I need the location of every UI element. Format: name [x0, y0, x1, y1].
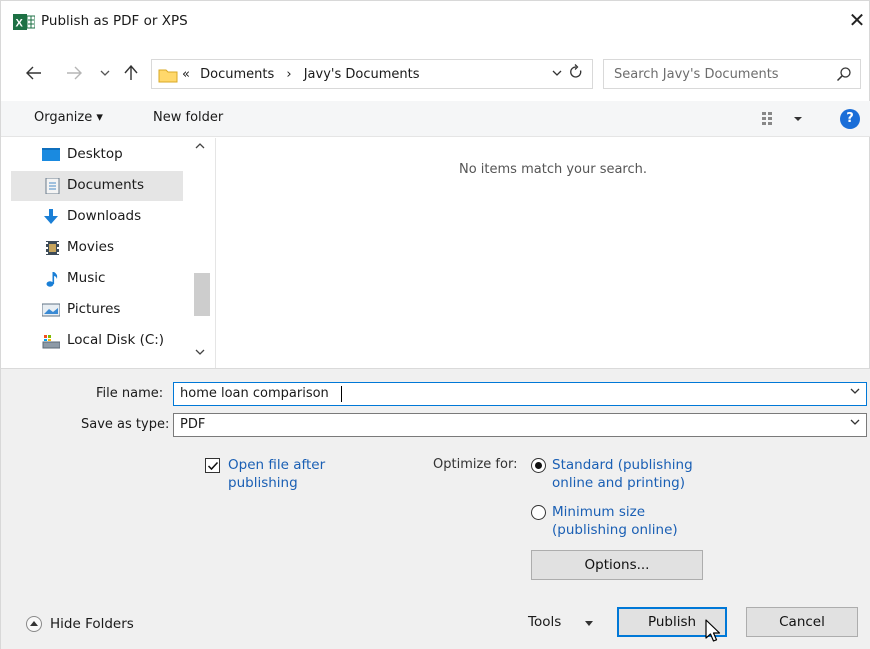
empty-list-message: No items match your search.	[459, 162, 648, 177]
text-caret	[341, 386, 342, 402]
local-disk-icon	[42, 335, 60, 349]
scroll-down-icon[interactable]	[195, 348, 205, 359]
nav-item-movies[interactable]: Movies	[11, 233, 201, 263]
navigation-pane: Desktop Documents Downloads Movies Music…	[1, 138, 216, 368]
tools-dropdown-icon[interactable]	[585, 621, 593, 626]
nav-item-local-disk[interactable]: Local Disk (C:)	[11, 326, 201, 356]
minimum-size-option-label[interactable]: Minimum size (publishing online)	[552, 503, 692, 539]
search-placeholder: Search Javy's Documents	[614, 67, 779, 82]
downloads-icon	[44, 209, 58, 224]
nav-item-documents[interactable]: Documents	[11, 171, 183, 201]
nav-scrollbar[interactable]	[193, 138, 211, 368]
nav-item-label: Music	[67, 270, 106, 286]
file-name-dropdown-icon[interactable]	[850, 387, 860, 398]
file-name-input[interactable]: home loan comparison	[173, 382, 867, 406]
search-icon	[836, 67, 851, 82]
nav-item-pictures[interactable]: Pictures	[11, 295, 201, 325]
nav-item-downloads[interactable]: Downloads	[11, 202, 201, 232]
title-bar: X Publish as PDF or XPS ✕	[1, 1, 870, 41]
movies-icon	[46, 241, 59, 255]
desktop-icon	[42, 148, 60, 161]
save-as-type-value: PDF	[180, 417, 206, 432]
radio-selected-dot	[535, 462, 542, 469]
documents-icon	[45, 178, 60, 194]
breadcrumb: « Documents › Javy's Documents	[182, 67, 420, 82]
save-as-type-select[interactable]: PDF	[173, 413, 867, 437]
nav-item-label: Pictures	[67, 301, 121, 317]
back-arrow-icon[interactable]	[25, 64, 43, 82]
collapse-up-icon	[26, 616, 42, 632]
open-after-label[interactable]: Open file after publishing	[228, 456, 348, 492]
publish-dialog: X Publish as PDF or XPS ✕ « Documents › …	[0, 0, 870, 649]
svg-text:X: X	[16, 18, 24, 30]
save-as-type-dropdown-icon[interactable]	[850, 418, 860, 429]
scroll-up-icon[interactable]	[195, 142, 205, 153]
new-folder-button[interactable]: New folder	[153, 110, 223, 125]
folder-icon	[158, 69, 178, 83]
nav-item-label: Local Disk (C:)	[67, 332, 165, 348]
music-icon	[46, 272, 58, 287]
change-view-icon[interactable]	[761, 110, 805, 128]
excel-icon: X	[13, 14, 35, 30]
hide-folders-label: Hide Folders	[50, 616, 134, 632]
minimum-size-radio[interactable]	[531, 505, 546, 520]
nav-item-label: Movies	[67, 239, 114, 255]
command-toolbar: Organize ▾ New folder ?	[1, 101, 870, 137]
standard-radio[interactable]	[531, 458, 546, 473]
file-name-value: home loan comparison	[180, 386, 329, 401]
nav-item-label: Desktop	[67, 146, 123, 162]
nav-item-music[interactable]: Music	[11, 264, 201, 294]
breadcrumb-javys-documents[interactable]: Javy's Documents	[304, 67, 420, 82]
save-options-panel: File name: home loan comparison Save as …	[1, 368, 870, 649]
address-dropdown-icon[interactable]	[552, 67, 562, 80]
options-button[interactable]: Options...	[531, 550, 703, 580]
mouse-pointer-icon	[705, 619, 721, 642]
standard-option-label[interactable]: Standard (publishing online and printing…	[552, 456, 712, 492]
refresh-icon[interactable]	[569, 64, 583, 84]
open-after-checkbox[interactable]	[205, 458, 220, 473]
tools-button[interactable]: Tools	[528, 614, 561, 630]
help-icon[interactable]: ?	[840, 109, 860, 129]
nav-scrollbar-thumb[interactable]	[194, 273, 210, 316]
window-title: Publish as PDF or XPS	[41, 13, 188, 29]
file-name-label: File name:	[96, 386, 164, 401]
forward-arrow-icon[interactable]	[65, 64, 83, 82]
nav-item-desktop[interactable]: Desktop	[11, 140, 201, 170]
pictures-icon	[42, 303, 60, 317]
cancel-button[interactable]: Cancel	[746, 607, 858, 637]
up-arrow-icon[interactable]	[122, 64, 140, 82]
close-icon[interactable]: ✕	[845, 9, 869, 33]
breadcrumb-documents[interactable]: Documents	[200, 67, 274, 82]
hide-folders-button[interactable]: Hide Folders	[26, 616, 134, 632]
recent-locations-chevron-icon[interactable]	[96, 64, 114, 82]
organize-button[interactable]: Organize ▾	[34, 110, 103, 125]
save-as-type-label: Save as type:	[81, 417, 170, 432]
optimize-for-label: Optimize for:	[433, 457, 518, 472]
search-box[interactable]: Search Javy's Documents	[603, 59, 861, 89]
address-bar[interactable]: « Documents › Javy's Documents	[151, 59, 593, 89]
breadcrumb-overflow[interactable]: «	[182, 67, 190, 82]
breadcrumb-separator[interactable]: ›	[286, 67, 291, 82]
nav-item-label: Downloads	[67, 208, 142, 224]
nav-item-label: Documents	[67, 177, 144, 193]
